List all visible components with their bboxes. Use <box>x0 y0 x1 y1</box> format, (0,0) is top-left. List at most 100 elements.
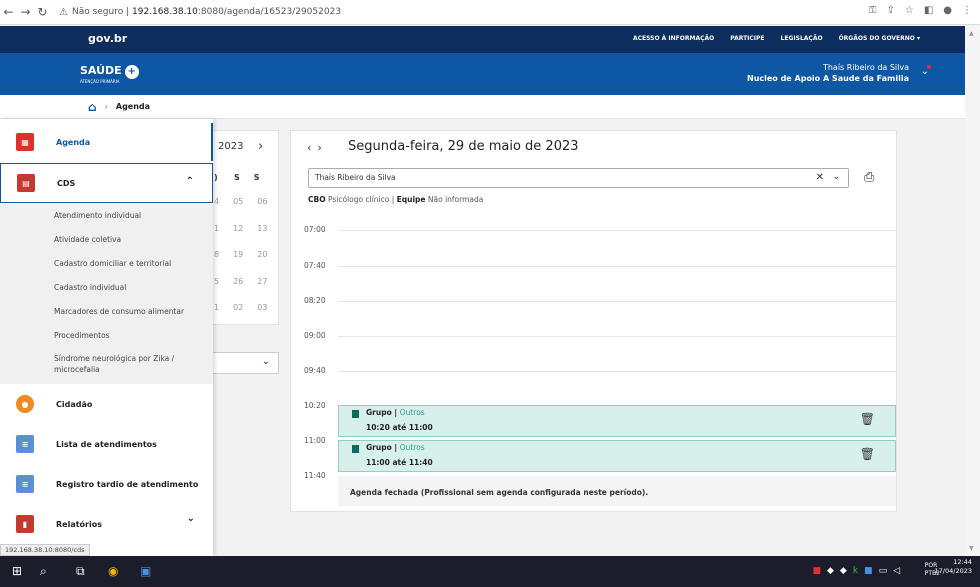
bookmark-icon <box>352 410 359 418</box>
submenu-item-atividade-coletiva[interactable]: Atividade coletiva <box>54 234 204 245</box>
submenu-item-marcadores[interactable]: Marcadores de consumo alimentar <box>54 306 204 317</box>
network-icon[interactable]: ▭ <box>879 566 888 576</box>
professional-details: CBO Psicólogo clínico | Equipe Não infor… <box>308 195 484 204</box>
minical-row[interactable]: 5 26 27 <box>214 277 267 286</box>
time-label: 11:40 <box>304 471 326 480</box>
profile-icon[interactable]: ● <box>943 5 952 16</box>
url-path: :8080/agenda/16523/29052023 <box>197 7 342 17</box>
minical-row[interactable]: 1 02 03 <box>214 303 267 312</box>
sidebar-item-relatorios[interactable]: ▮ Relatórios ⌄ <box>0 511 213 537</box>
user-name: Thaís Ribeiro da Silva <box>822 63 909 72</box>
star-icon[interactable]: ☆ <box>905 5 914 16</box>
chrome-icon[interactable]: ◉ <box>108 564 118 578</box>
submenu-item-procedimentos[interactable]: Procedimentos <box>54 330 204 341</box>
status-url: 192.168.38.10:8080/cds <box>0 544 90 556</box>
home-icon[interactable]: ⌂ <box>88 100 97 114</box>
breadcrumb: ⌂ › Agenda <box>0 95 965 119</box>
minical-row[interactable]: 4 05 06 <box>214 197 267 206</box>
submenu-item-atendimento-individual[interactable]: Atendimento individual <box>54 210 204 221</box>
agenda-closed-message: Agenda fechada (Profissional sem agenda … <box>338 476 896 506</box>
minical-row[interactable]: 8 19 20 <box>214 250 267 259</box>
calendar-icon: ▦ <box>16 133 34 151</box>
search-icon[interactable]: ⌕ <box>40 564 47 579</box>
time-label: 07:40 <box>304 261 326 270</box>
tray-app-icon[interactable]: ◆ <box>840 566 847 576</box>
task-view-icon[interactable]: ⧉ <box>76 564 85 579</box>
gov-link-participe[interactable]: PARTICIPE <box>730 35 764 42</box>
chevron-down-icon: ⌄ <box>261 356 270 367</box>
scroll-up-icon[interactable]: ▲ <box>969 30 974 37</box>
agenda-event[interactable]: Grupo | Outros 10:20 até 11:00 🗑 <box>338 405 896 437</box>
scroll-down-icon[interactable]: ▼ <box>969 545 974 552</box>
trash-icon[interactable]: 🗑 <box>860 447 875 461</box>
gov-link-acesso[interactable]: ACESSO À INFORMAÇÃO <box>633 35 714 42</box>
clock[interactable]: 12:44 17/04/2023 <box>935 558 972 576</box>
key-icon[interactable]: ⚿ <box>869 5 877 16</box>
windows-start-icon[interactable]: ⊞ <box>12 564 22 578</box>
tray-app-icon[interactable]: ■ <box>864 566 873 576</box>
agenda-card: ‹› Segunda-feira, 29 de maio de 2023 Tha… <box>290 130 897 512</box>
sidebar-item-agenda[interactable]: ▦ Agenda <box>0 123 213 161</box>
address-bar[interactable]: Não seguro | 192.168.38.10:8080/agenda/1… <box>72 7 341 17</box>
sidebar-item-cidadao[interactable]: ● Cidadão <box>0 389 213 419</box>
time-label: 09:00 <box>304 331 326 340</box>
notification-dot <box>927 65 931 69</box>
security-label: Não seguro <box>71 7 124 17</box>
tray-app-icon[interactable]: ◆ <box>827 566 834 576</box>
minical-row[interactable]: 1 12 13 <box>214 224 267 233</box>
sidepanel-icon[interactable]: ◧ <box>924 5 933 16</box>
page-scrollbar[interactable]: ▲ ▼ <box>965 26 980 556</box>
volume-icon[interactable]: ◁ <box>893 566 900 576</box>
sidebar: ▦ Agenda ▤ CDS ⌃ Atendimento individual … <box>0 119 213 556</box>
chevron-down-icon: ⌄ <box>186 513 195 524</box>
submenu-item-zika[interactable]: Síndrome neurológica por Zika / microcef… <box>54 353 194 375</box>
next-day-icon[interactable]: › <box>317 141 327 154</box>
reload-icon[interactable]: ↻ <box>34 5 51 19</box>
print-icon[interactable]: ⎙ <box>864 170 874 185</box>
prev-day-icon[interactable]: ‹ <box>307 141 317 154</box>
minical-year: 2023 <box>218 141 244 152</box>
sidebar-item-registro[interactable]: ≡ Registro tardio de atendimento <box>0 469 213 499</box>
tray-app-icon[interactable]: k <box>853 566 858 576</box>
event-title: Grupo | Outros <box>366 443 425 452</box>
document-icon: ▤ <box>17 174 35 192</box>
gov-link-legislacao[interactable]: LEGISLAÇÃO <box>781 35 823 42</box>
chevron-down-icon[interactable]: ⌄ <box>832 172 840 182</box>
trash-icon[interactable]: 🗑 <box>860 412 875 426</box>
time-label: 11:00 <box>304 436 326 445</box>
agenda-event[interactable]: Grupo | Outros 11:00 até 11:40 🗑 <box>338 440 896 472</box>
submenu-item-cadastro-domiciliar[interactable]: Cadastro domiciliar e territorial <box>54 258 204 269</box>
sidebar-item-cds[interactable]: ▤ CDS ⌃ <box>0 163 213 203</box>
warning-icon[interactable]: ⚠ <box>59 7 68 18</box>
event-title: Grupo | Outros <box>366 408 425 417</box>
share-icon[interactable]: ⇪ <box>886 5 894 16</box>
minical-next-icon[interactable]: › <box>258 139 263 154</box>
sidebar-item-label: Registro tardio de atendimento <box>56 479 199 489</box>
app-icon[interactable]: ▣ <box>140 564 151 578</box>
sidebar-item-lista[interactable]: ≡ Lista de atendimentos <box>0 429 213 459</box>
sidebar-item-label: Cidadão <box>56 399 93 409</box>
professional-select[interactable]: Thaís Ribeiro da Silva ✕ ⌄ <box>308 168 849 188</box>
govbr-logo[interactable]: gov.br <box>88 32 127 45</box>
report-icon: ▮ <box>16 515 34 533</box>
chevron-up-icon: ⌃ <box>185 176 194 187</box>
person-icon: ● <box>16 395 34 413</box>
saude-logo[interactable]: SAÚDE + ATENÇÃO PRIMÁRIA <box>80 64 139 84</box>
forward-icon[interactable]: → <box>17 5 34 19</box>
submenu-item-cadastro-individual[interactable]: Cadastro individual <box>54 282 204 293</box>
user-info[interactable]: Thaís Ribeiro da Silva Nucleo de Apoio A… <box>747 62 909 84</box>
time-label: 07:00 <box>304 225 326 234</box>
url-host: 192.168.38.10 <box>132 7 198 17</box>
clear-icon[interactable]: ✕ <box>816 172 824 183</box>
gov-link-orgaos[interactable]: ÓRGÃOS DO GOVERNO ▾ <box>839 35 920 42</box>
filter-select[interactable]: ⌄ <box>212 352 279 374</box>
breadcrumb-separator-icon: › <box>104 102 108 111</box>
menu-icon[interactable]: ⋮ <box>962 5 972 16</box>
back-icon[interactable]: ← <box>0 5 17 19</box>
page-title: Segunda-feira, 29 de maio de 2023 <box>348 139 579 154</box>
tray-app-icon[interactable]: ■ <box>812 566 821 576</box>
breadcrumb-current: Agenda <box>115 102 151 111</box>
browser-actions: ⚿ ⇪ ☆ ◧ ● ⋮ <box>869 5 972 16</box>
system-tray: ■ ◆ ◆ k ■ ▭ ◁ <box>812 566 900 576</box>
app-header: SAÚDE + ATENÇÃO PRIMÁRIA Thaís Ribeiro da … <box>0 53 965 95</box>
